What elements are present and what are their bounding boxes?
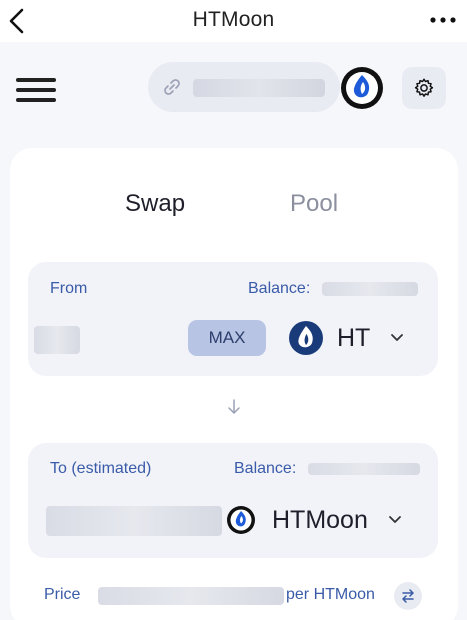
from-label: From xyxy=(50,280,88,297)
from-balance-value xyxy=(322,282,418,296)
from-amount-input[interactable] xyxy=(34,326,80,354)
ht-flame-icon xyxy=(289,321,323,355)
page-title: HTMoon xyxy=(192,8,275,31)
top-navbar: HTMoon xyxy=(0,0,467,42)
chevron-down-icon xyxy=(389,516,401,523)
more-dots-icon[interactable] xyxy=(427,8,459,32)
price-unit: per HTMoon xyxy=(286,586,375,603)
to-balance-label: Balance: xyxy=(234,460,297,477)
address-pill[interactable] xyxy=(148,62,340,112)
to-balance-value xyxy=(308,463,420,475)
htmoon-logo-icon[interactable] xyxy=(340,66,384,110)
settings-button[interactable] xyxy=(402,67,446,109)
app-header xyxy=(0,42,467,124)
htmoon-logo-icon xyxy=(227,506,255,534)
address-value xyxy=(193,79,325,97)
chevron-down-icon xyxy=(391,334,403,341)
from-balance-label: Balance: xyxy=(248,280,311,297)
to-label: To (estimated) xyxy=(50,460,152,477)
arrow-down-icon[interactable] xyxy=(226,398,242,416)
link-icon xyxy=(164,79,180,95)
to-token-select[interactable]: HTMoon xyxy=(226,500,416,540)
to-token-label: HTMoon xyxy=(272,506,368,534)
gear-icon xyxy=(414,78,434,97)
price-value xyxy=(98,587,284,605)
menu-icon[interactable] xyxy=(16,78,56,106)
price-row: Price per HTMoon xyxy=(0,582,467,610)
tab-swap[interactable]: Swap xyxy=(125,190,185,218)
from-token-select[interactable]: HT xyxy=(288,318,418,358)
swap-rate-icon[interactable] xyxy=(394,582,422,610)
price-label: Price xyxy=(44,586,81,603)
tab-pool[interactable]: Pool xyxy=(290,190,338,218)
from-token-label: HT xyxy=(337,324,371,352)
max-button[interactable]: MAX xyxy=(188,320,266,356)
to-amount-input[interactable] xyxy=(46,506,222,536)
